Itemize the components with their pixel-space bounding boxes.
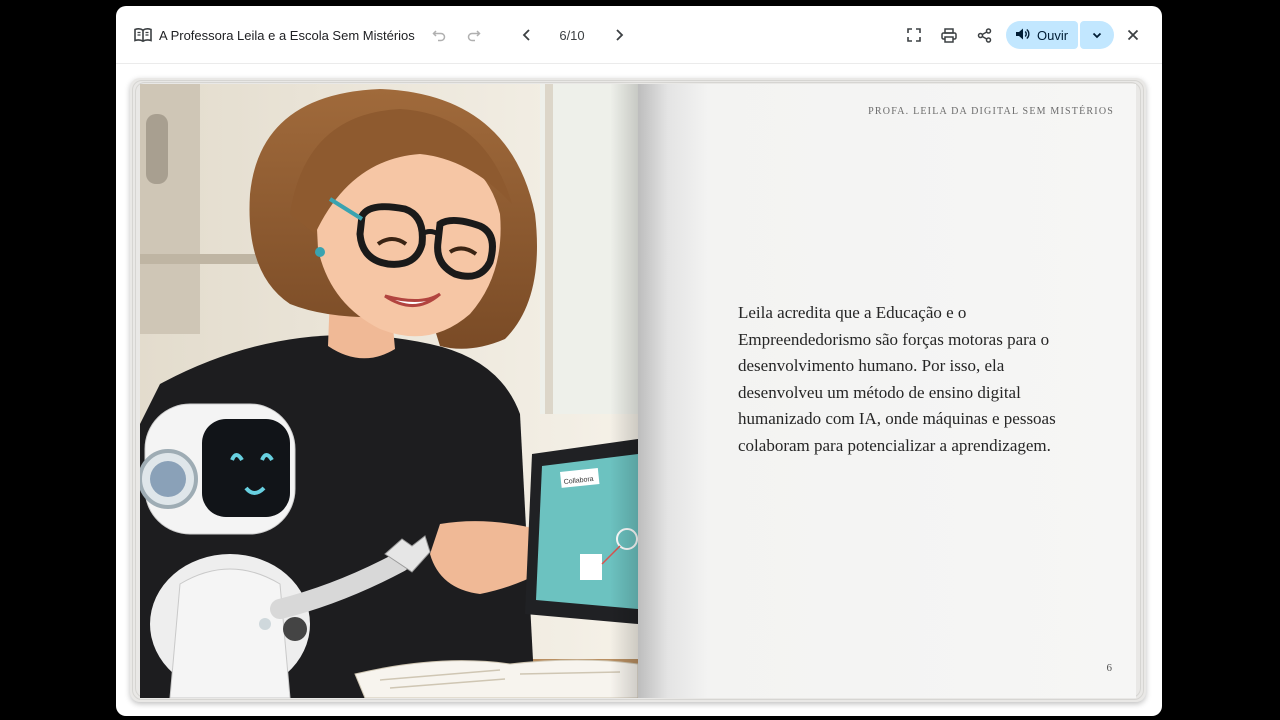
undo-icon[interactable] [425,21,453,49]
book-spread: Collabora PROFA. LEILA DA DIGITAL SEM MI… [130,78,1146,702]
print-icon[interactable] [935,21,963,49]
illustration-teacher-with-robot: Collabora [140,84,638,698]
book-open-icon [134,26,152,44]
illustration-page: Collabora [140,84,638,698]
page-number: 6 [1106,662,1113,674]
fullscreen-icon[interactable] [900,21,928,49]
chevron-right-icon[interactable] [605,21,633,49]
gutter-shadow [610,84,638,698]
book-viewer: A Professora Leila e a Escola Sem Mistér… [116,6,1162,716]
listen-options-button[interactable] [1080,21,1115,49]
chevron-left-icon[interactable] [513,21,541,49]
document-title: A Professora Leila e a Escola Sem Mistér… [159,27,415,43]
title-group: A Professora Leila e a Escola Sem Mistér… [134,6,415,64]
speaker-icon [1016,28,1030,43]
running-head: Profa. Leila da Digital Sem Mistérios [868,106,1114,117]
toolbar: A Professora Leila e a Escola Sem Mistér… [116,6,1162,64]
page-indicator: 6/10 [559,27,585,43]
text-page: Profa. Leila da Digital Sem Mistérios Le… [638,84,1136,698]
chevron-down-icon [1092,26,1102,44]
listen-control: Ouvir [1006,21,1115,49]
listen-label: Ouvir [1037,27,1069,43]
share-icon[interactable] [970,21,998,49]
page-body-text: Leila acredita que a Educação e o Empree… [738,303,1056,455]
redo-icon[interactable] [460,21,488,49]
listen-button[interactable]: Ouvir [1006,21,1079,49]
close-icon[interactable] [1119,21,1147,49]
